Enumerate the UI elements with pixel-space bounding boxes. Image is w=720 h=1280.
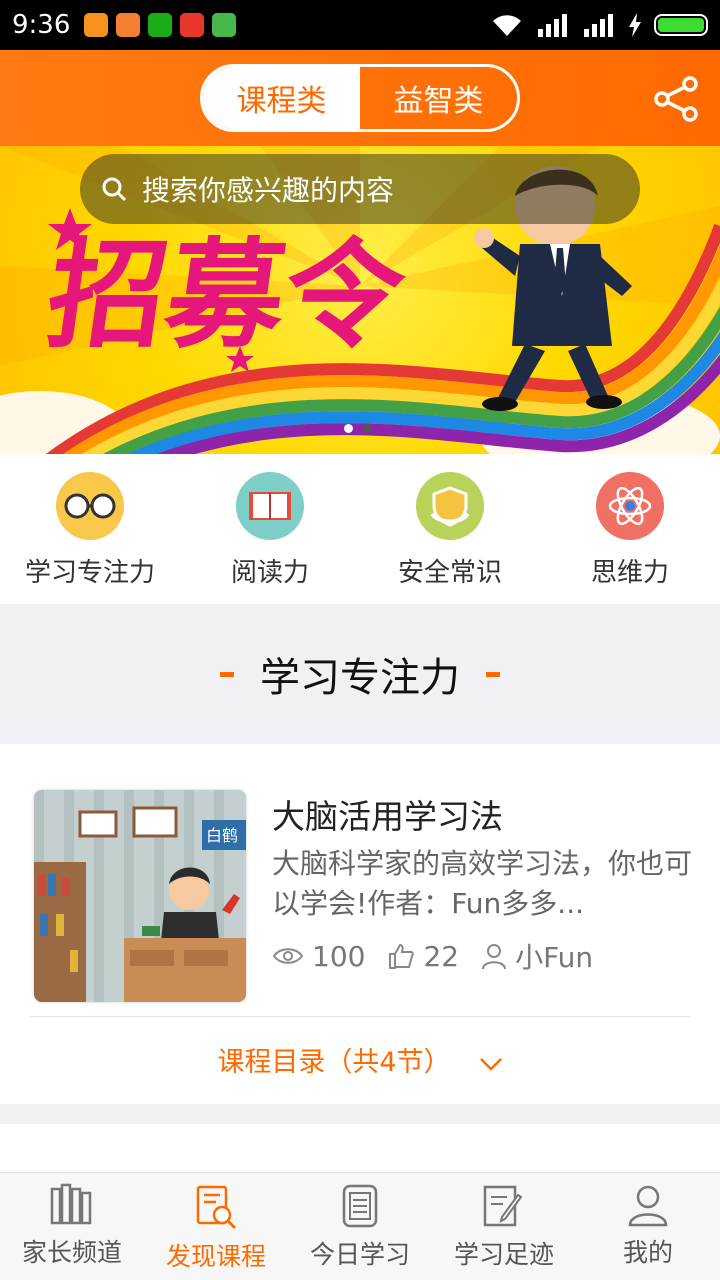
banner-pagination [344, 424, 372, 433]
nav-study-footprint[interactable]: 学习足迹 [432, 1173, 576, 1280]
shield-icon [416, 472, 484, 540]
section-header: 学习专注力 [0, 604, 720, 744]
category-focus[interactable]: 学习专注力 [0, 454, 180, 604]
glasses-icon [56, 472, 124, 540]
search-bar[interactable]: 搜索你感兴趣的内容 [80, 154, 640, 224]
tab-puzzles[interactable]: 益智类 [360, 67, 517, 129]
course-thumbnail[interactable]: 白鹤 [34, 790, 246, 1002]
category-thinking[interactable]: 思维力 [540, 454, 720, 604]
thumbs-up-icon [389, 943, 415, 969]
nav-label: 今日学习 [309, 1240, 410, 1269]
books-icon [50, 1183, 92, 1225]
nav-today-study[interactable]: 今日学习 [288, 1173, 432, 1280]
share-icon[interactable] [652, 74, 702, 124]
status-bar: 9:36 [0, 0, 720, 50]
course-title[interactable]: 大脑活用学习法 [272, 790, 503, 838]
pagination-dot [344, 424, 353, 433]
title-dash [220, 671, 234, 677]
signal-icon [538, 14, 567, 37]
edit-note-icon [483, 1185, 523, 1227]
bottom-nav: 家长频道 发现课程 今日学习 学习足迹 我的 [0, 1172, 720, 1280]
tab-courses[interactable]: 课程类 [203, 67, 360, 129]
category-grid: 学习专注力 阅读力 安全常识 思维力 [0, 454, 720, 604]
nav-label: 我的 [622, 1238, 673, 1267]
atom-icon [596, 472, 664, 540]
book-icon [236, 472, 304, 540]
phone-icon [148, 13, 173, 37]
wifi-icon [493, 15, 521, 37]
status-time: 9:36 [12, 10, 71, 40]
like-count: 22 [423, 939, 460, 973]
battery-icon [654, 14, 708, 36]
category-reading[interactable]: 阅读力 [180, 454, 360, 604]
nav-label: 学习足迹 [453, 1240, 554, 1269]
notebook-icon [342, 1184, 378, 1228]
category-label: 思维力 [590, 558, 669, 588]
user-icon [482, 944, 507, 970]
course-card[interactable]: 白鹤 大脑活用学习法 大脑科学家的高效学习法，你也可以学会!作者：Fun多多..… [0, 744, 720, 1104]
course-stats: 100 22 小Fun [272, 936, 615, 976]
pagination-dot-active [363, 424, 372, 433]
course-description: 大脑科学家的高效学习法，你也可以学会!作者：Fun多多... [272, 847, 693, 920]
eye-icon [272, 948, 304, 964]
author-name: 小Fun [515, 941, 594, 974]
view-count: 100 [312, 939, 366, 973]
nav-label: 家长频道 [21, 1238, 122, 1267]
top-header: 课程类 益智类 [0, 50, 720, 146]
nav-discover-courses[interactable]: 发现课程 [144, 1173, 288, 1280]
nav-me[interactable]: 我的 [576, 1173, 720, 1280]
charging-icon [629, 13, 641, 37]
notification-app-icon [212, 13, 237, 37]
title-dash [486, 671, 500, 677]
notification-app-icon [84, 13, 109, 37]
course-catalog-toggle[interactable]: 课程目录（共4节） [0, 1040, 720, 1079]
search-icon [102, 177, 127, 202]
category-label: 学习专注力 [24, 558, 155, 588]
nav-parents-channel[interactable]: 家长频道 [0, 1173, 144, 1280]
divider [30, 1016, 690, 1017]
section-title: 学习专注力 [260, 655, 460, 701]
svg-text:白鹤: 白鹤 [206, 826, 238, 845]
chevron-down-icon [479, 1057, 502, 1071]
notification-app-icon [116, 13, 141, 37]
nav-label: 发现课程 [165, 1242, 266, 1271]
category-safety[interactable]: 安全常识 [360, 454, 540, 604]
promo-banner[interactable]: 招募令 搜索你感兴趣的内容 [0, 146, 720, 454]
category-toggle: 课程类 益智类 [200, 64, 520, 132]
signal-icon [584, 14, 613, 37]
user-icon [628, 1185, 668, 1227]
search-placeholder: 搜索你感兴趣的内容 [142, 174, 395, 207]
sogou-icon [180, 13, 205, 37]
catalog-label: 课程目录（共4节） [217, 1047, 451, 1078]
discover-icon [196, 1185, 237, 1230]
banner-headline: 招募令 [39, 227, 413, 364]
category-label: 安全常识 [397, 558, 502, 588]
category-label: 阅读力 [230, 558, 309, 588]
